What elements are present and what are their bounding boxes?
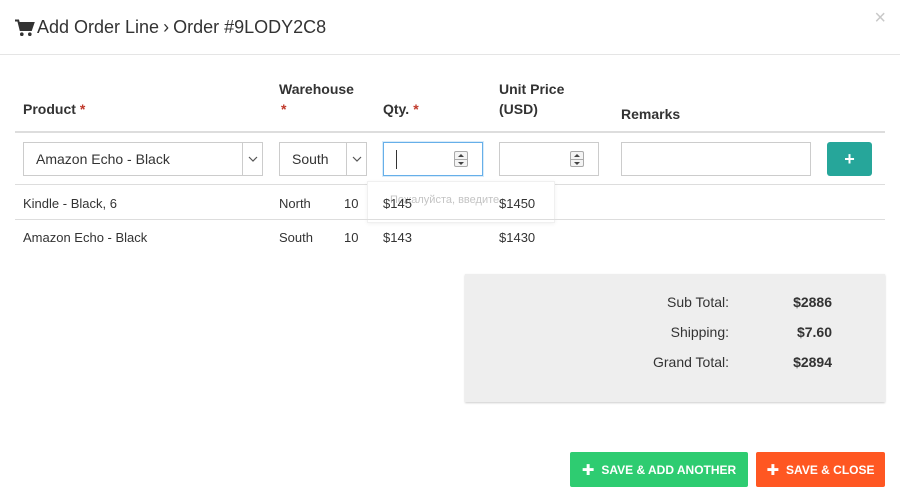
remarks-input[interactable] — [621, 142, 811, 176]
column-header-unit-price: Unit Price (USD) — [499, 79, 564, 119]
column-header-warehouse: Warehouse * — [279, 79, 354, 119]
qty-stepper[interactable] — [454, 151, 468, 167]
column-header-product-label: Product — [23, 101, 76, 117]
column-header-unit-price-label: Unit Price — [499, 81, 565, 97]
save-and-add-another-label: SAVE & ADD ANOTHER — [601, 462, 737, 477]
line-warehouse: South — [279, 230, 313, 245]
column-header-warehouse-label: Warehouse — [279, 81, 354, 97]
line-total: $1450 — [499, 196, 536, 211]
line-warehouse: North — [279, 196, 311, 211]
warehouse-select-value: South — [292, 151, 329, 167]
line-total: $1430 — [499, 230, 536, 245]
order-reference: Order #9LODY2C8 — [173, 17, 327, 37]
modal-header: Add Order Line › Order #9LODY2C8 × — [0, 0, 900, 55]
required-mark: * — [413, 101, 419, 117]
close-icon[interactable]: × — [874, 8, 886, 28]
modal-title: Add Order Line › Order #9LODY2C8 — [15, 17, 326, 38]
header-divider — [15, 131, 885, 133]
column-header-qty: Qty. * — [383, 99, 419, 119]
plus-icon: ✚ — [581, 461, 595, 479]
row-divider — [15, 219, 885, 220]
text-cursor — [396, 150, 397, 169]
grand-total-label: Grand Total: — [652, 354, 729, 370]
chevron-down-icon — [242, 143, 262, 175]
save-and-close-label: SAVE & CLOSE — [786, 462, 875, 477]
shipping-label: Shipping: — [670, 324, 729, 340]
unit-price-stepper[interactable] — [570, 151, 584, 167]
unit-price-input[interactable] — [499, 142, 599, 176]
add-line-button[interactable]: + — [827, 142, 872, 176]
line-product: Amazon Echo - Black — [23, 230, 148, 245]
subtotal-value: $2886 — [793, 294, 832, 310]
required-mark: * — [281, 101, 287, 117]
subtotal-label: Sub Total: — [666, 294, 729, 310]
shopping-cart-icon — [15, 19, 35, 36]
column-header-qty-label: Qty. — [383, 101, 410, 117]
breadcrumb-separator: › — [163, 17, 170, 37]
line-product: Kindle - Black, 6 — [23, 196, 117, 211]
save-and-add-another-button[interactable]: ✚ SAVE & ADD ANOTHER — [570, 452, 748, 487]
save-and-close-button[interactable]: ✚ SAVE & CLOSE — [756, 452, 885, 487]
product-select-value: Amazon Echo - Black — [36, 151, 170, 167]
qty-input[interactable] — [383, 142, 483, 176]
line-qty: 10 — [344, 196, 359, 211]
totals-panel: Sub Total: $2886 Shipping: $7.60 Grand T… — [465, 274, 885, 402]
plus-icon: + — [844, 148, 855, 169]
title-text: Add Order Line — [37, 17, 160, 37]
product-select[interactable]: Amazon Echo - Black — [23, 142, 263, 176]
column-header-remarks: Remarks — [621, 106, 681, 122]
shipping-value: $7.60 — [796, 324, 832, 340]
grand-total-value: $2894 — [793, 354, 832, 370]
line-unit-price: $143 — [383, 230, 412, 245]
required-mark: * — [79, 101, 86, 117]
warehouse-select[interactable]: South — [279, 142, 367, 176]
line-unit-price: $145 — [383, 196, 412, 211]
line-qty: 10 — [344, 230, 359, 245]
column-header-unit-price-currency: (USD) — [499, 101, 538, 117]
column-header-product: Product * — [23, 99, 85, 119]
plus-icon: ✚ — [766, 461, 780, 479]
chevron-down-icon — [346, 143, 366, 175]
